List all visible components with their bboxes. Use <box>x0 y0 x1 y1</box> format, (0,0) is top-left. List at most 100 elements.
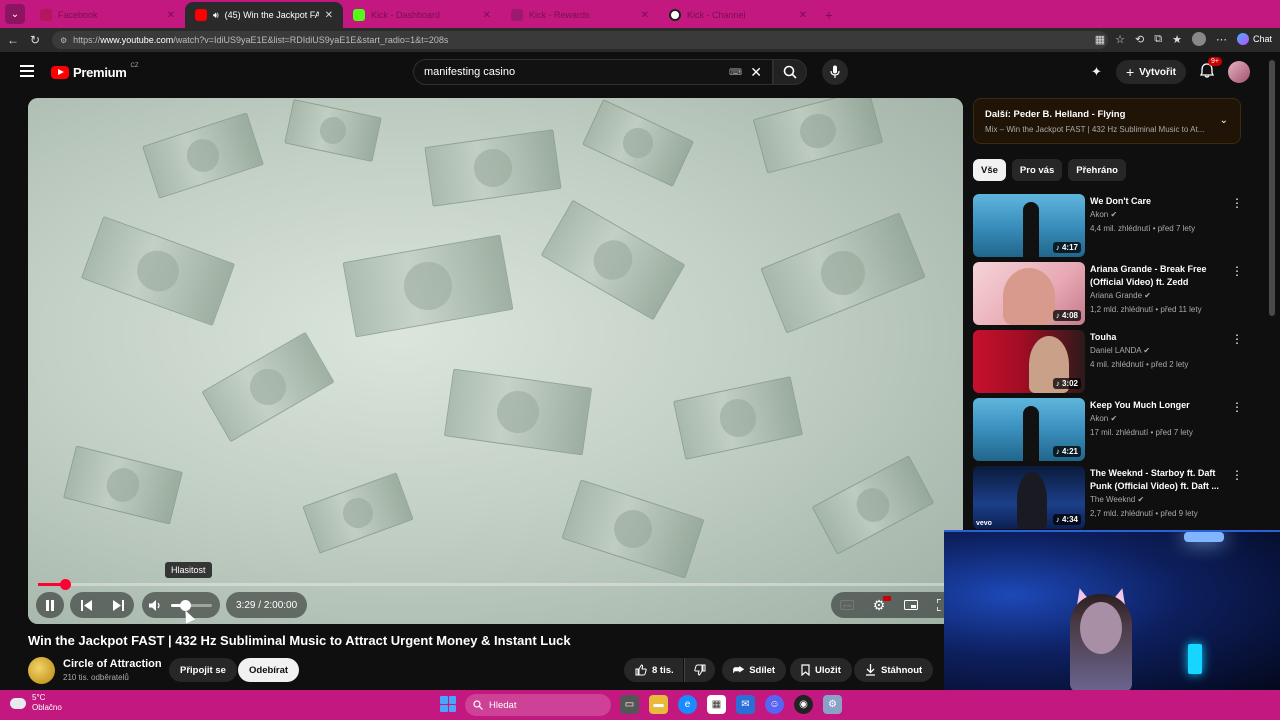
favorites-icon[interactable]: ★ <box>1172 33 1182 46</box>
mute-button[interactable] <box>142 592 169 618</box>
more-options-icon[interactable]: ⋮ <box>1231 400 1243 414</box>
file-explorer-icon[interactable]: ▬ <box>649 695 668 714</box>
search-input[interactable]: manifesting casino ⌨ ✕ <box>413 59 773 85</box>
pause-button[interactable] <box>36 592 64 618</box>
rec-channel-name: Akon <box>1090 414 1109 423</box>
search-button[interactable] <box>773 59 807 85</box>
recommendation-item[interactable]: ♪ 3:02 Touha Daniel LANDA ✔ 4 mil. zhléd… <box>973 330 1253 394</box>
mail-icon[interactable]: ✉ <box>736 695 755 714</box>
rec-channel[interactable]: Akon ✔ <box>1090 210 1117 219</box>
settings-button[interactable]: ⚙ <box>863 592 895 618</box>
download-button[interactable]: Stáhnout <box>854 658 934 682</box>
account-avatar[interactable] <box>1228 61 1250 83</box>
close-tab-icon[interactable]: ✕ <box>167 10 175 21</box>
previous-button[interactable] <box>70 592 102 618</box>
favorite-star-icon[interactable]: ☆ <box>1115 33 1125 46</box>
close-tab-icon[interactable]: ✕ <box>799 10 807 21</box>
progress-scrubber[interactable] <box>59 579 71 590</box>
like-button[interactable]: 8 tis. <box>624 658 683 682</box>
tab-actions-button[interactable]: ⌄ <box>5 4 25 24</box>
menu-hamburger-icon[interactable] <box>20 65 34 77</box>
video-thumbnail[interactable]: ♪ 4:08 <box>973 262 1085 325</box>
keyboard-icon[interactable]: ⌨ <box>729 67 742 78</box>
speaker-icon[interactable]: 🔊︎ <box>213 10 219 21</box>
recommendation-item[interactable]: ♪ 4:21 Keep You Much Longer Akon ✔ 17 mi… <box>973 398 1253 462</box>
microsoft-store-icon[interactable]: ▦ <box>707 695 726 714</box>
close-tab-icon[interactable]: ✕ <box>641 10 649 21</box>
split-screen-icon[interactable]: ⧉ <box>1154 33 1162 46</box>
up-next-panel[interactable]: Další: Peder B. Helland - Flying Mix – W… <box>973 98 1241 144</box>
share-button[interactable]: ⮫ Sdílet <box>722 658 787 682</box>
channel-name[interactable]: Circle of Attraction <box>63 658 162 670</box>
browser-tab[interactable]: Facebook ✕ <box>30 2 185 28</box>
search-value: manifesting casino <box>424 66 516 78</box>
chip-all[interactable]: Vše <box>973 159 1006 181</box>
back-arrow-icon[interactable]: ← <box>2 33 24 47</box>
more-options-icon[interactable]: ⋮ <box>1231 264 1243 278</box>
video-thumbnail[interactable]: ♪ 4:21 <box>973 398 1085 461</box>
weather-widget[interactable]: 5°C Oblačno <box>10 693 62 713</box>
dislike-button[interactable] <box>684 658 715 682</box>
reader-icon[interactable]: ▦ <box>1095 33 1105 46</box>
create-button[interactable]: + Vytvořit <box>1115 60 1186 84</box>
voice-search-button[interactable] <box>822 59 848 85</box>
subtitles-button[interactable] <box>831 592 863 618</box>
channel-avatar[interactable] <box>28 657 55 684</box>
next-button[interactable] <box>102 592 134 618</box>
rec-channel[interactable]: The Weeknd ✔ <box>1090 495 1144 504</box>
notifications-button[interactable]: 9+ <box>1199 57 1222 81</box>
rec-title[interactable]: The Weeknd - Starboy ft. Daft Punk (Offi… <box>1090 467 1230 493</box>
more-menu-icon[interactable]: ⋯ <box>1216 33 1227 46</box>
video-thumbnail[interactable]: vevo ♪ 4:34 <box>973 466 1085 529</box>
recommendation-item[interactable]: ♪ 4:08 Ariana Grande - Break Free (Offic… <box>973 262 1253 326</box>
more-options-icon[interactable]: ⋮ <box>1231 332 1243 346</box>
reload-icon[interactable]: ↻ <box>24 33 46 47</box>
chip-watched[interactable]: Přehráno <box>1068 159 1126 181</box>
join-button[interactable]: Připojit se <box>169 658 237 682</box>
close-tab-icon[interactable]: ✕ <box>483 10 491 21</box>
browser-tab-active[interactable]: 🔊︎ (45) Win the Jackpot FAST | 432 ✕ <box>185 2 343 28</box>
obs-icon[interactable]: ◉ <box>794 695 813 714</box>
save-button[interactable]: Uložit <box>790 658 852 682</box>
copilot-chat-button[interactable]: Chat <box>1236 33 1272 45</box>
rec-channel[interactable]: Daniel LANDA ✔ <box>1090 346 1150 355</box>
chip-for-you[interactable]: Pro vás <box>1011 159 1063 181</box>
subscribe-button[interactable]: Odebírat <box>238 658 300 682</box>
video-thumbnail[interactable]: ♪ 4:17 <box>973 194 1085 257</box>
profile-avatar[interactable] <box>1191 32 1206 46</box>
browser-tab[interactable]: Kick - Rewards ✕ <box>501 2 659 28</box>
recommendation-item[interactable]: vevo ♪ 4:34 The Weeknd - Starboy ft. Daf… <box>973 466 1253 530</box>
url-bar[interactable]: ⚙ https://www.youtube.com/watch?v=IdiUS9… <box>52 31 1108 49</box>
rec-title[interactable]: Keep You Much Longer <box>1090 399 1230 412</box>
task-view-icon[interactable]: ▭ <box>620 695 639 714</box>
discord-icon[interactable]: ☺ <box>765 695 784 714</box>
windows-start-button[interactable] <box>440 696 456 712</box>
rec-title[interactable]: Touha <box>1090 331 1230 344</box>
progress-bar[interactable] <box>38 579 953 590</box>
rec-title[interactable]: We Don't Care <box>1090 195 1230 208</box>
rec-channel[interactable]: Akon ✔ <box>1090 414 1117 423</box>
page-scrollbar[interactable] <box>1269 60 1275 316</box>
edge-browser-icon[interactable]: e <box>678 695 697 714</box>
rec-channel[interactable]: Ariana Grande ✔ <box>1090 291 1151 300</box>
youtube-premium-logo[interactable]: Premium CZ <box>51 63 139 80</box>
browser-tab[interactable]: Kick - Dashboard ✕ <box>343 2 501 28</box>
close-tab-icon[interactable]: ✕ <box>325 10 333 21</box>
new-tab-button[interactable]: + <box>817 2 841 28</box>
taskbar-search[interactable]: Hledat <box>465 694 611 716</box>
more-options-icon[interactable]: ⋮ <box>1231 196 1243 210</box>
clear-search-icon[interactable]: ✕ <box>750 64 762 81</box>
browser-tab[interactable]: Kick - Channel ✕ <box>659 2 817 28</box>
chevron-down-icon[interactable]: ⌄ <box>1220 115 1228 126</box>
settings-app-icon[interactable]: ⚙ <box>823 695 842 714</box>
rec-title[interactable]: Ariana Grande - Break Free (Official Vid… <box>1090 263 1230 289</box>
recommendation-item[interactable]: ♪ 4:17 We Don't Care Akon ✔ 4,4 mil. zhl… <box>973 194 1253 258</box>
more-options-icon[interactable]: ⋮ <box>1231 468 1243 482</box>
extensions-icon[interactable]: ⟲ <box>1135 33 1144 46</box>
miniplayer-button[interactable] <box>895 592 927 618</box>
video-thumbnail[interactable]: ♪ 3:02 <box>973 330 1085 393</box>
video-player[interactable]: Hlasitost 3:29 / 2:00:00 ⚙ <box>28 98 963 624</box>
premium-gift-icon[interactable]: ✦ <box>1091 64 1102 80</box>
volume-slider[interactable] <box>171 599 212 611</box>
site-info-icon[interactable]: ⚙ <box>60 36 67 45</box>
